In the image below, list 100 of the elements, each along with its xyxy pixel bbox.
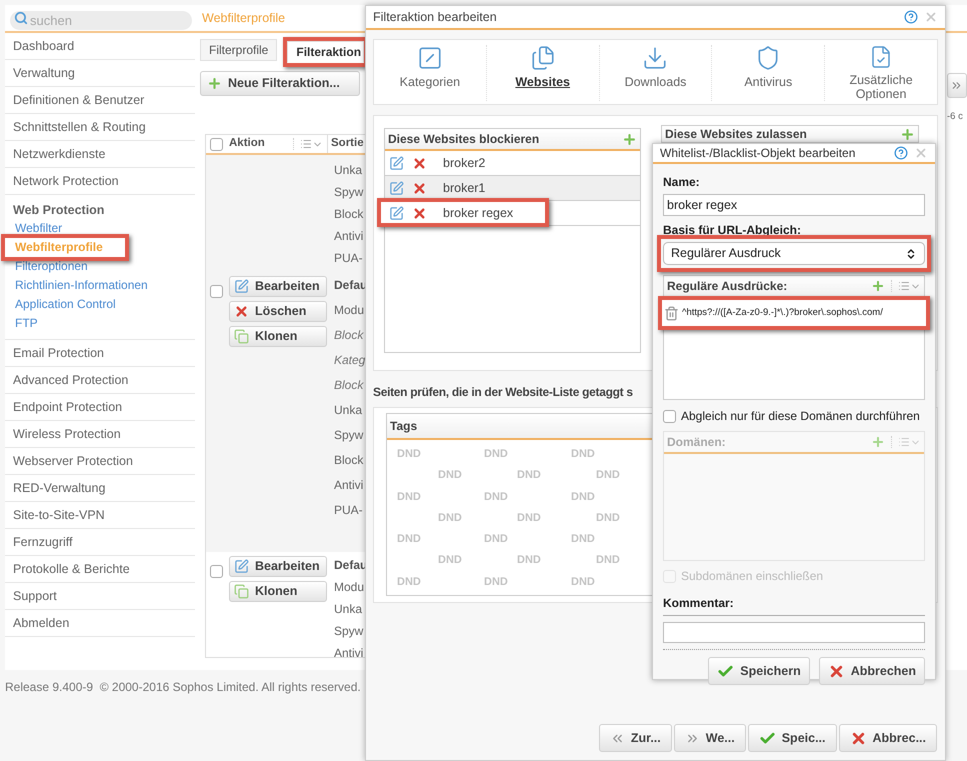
delete-icon bbox=[412, 180, 427, 196]
delete-icon bbox=[412, 206, 427, 220]
add-icon[interactable] bbox=[900, 126, 915, 142]
sidebar-item[interactable]: Support bbox=[5, 583, 195, 610]
category-tab[interactable]: Downloads bbox=[598, 45, 712, 101]
add-icon[interactable] bbox=[871, 279, 885, 293]
empty-watermark: DND bbox=[571, 533, 595, 546]
checkbox[interactable] bbox=[663, 410, 676, 422]
help-icon[interactable] bbox=[894, 146, 908, 160]
sidebar-item[interactable]: Site-to-Site-VPN bbox=[5, 502, 195, 529]
sidebar-link[interactable]: Filteroptionen bbox=[13, 257, 90, 276]
website-name: broker regex bbox=[443, 204, 514, 222]
table-cell-text: Block bbox=[334, 377, 364, 394]
empty-watermark: DND bbox=[484, 533, 508, 546]
forward-icon bbox=[950, 79, 963, 92]
cancel-button[interactable]: Abbrechen bbox=[818, 657, 925, 685]
column-header[interactable]: Sortie bbox=[328, 135, 364, 153]
empty-watermark: DND bbox=[517, 554, 541, 566]
sidebar-item[interactable]: Verwaltung bbox=[5, 60, 195, 87]
website-name: broker1 bbox=[443, 180, 486, 197]
column-header[interactable]: Aktion bbox=[229, 135, 265, 153]
list-menu-icon[interactable] bbox=[891, 280, 921, 292]
sidebar-item[interactable]: Email Protection bbox=[5, 340, 195, 367]
clone-button[interactable]: Klonen bbox=[229, 581, 327, 602]
clone-button[interactable]: Klonen bbox=[229, 326, 327, 347]
sidebar-item[interactable]: Fernzugriff bbox=[5, 529, 195, 556]
sidebar-link[interactable]: Richtlinien-Informationen bbox=[13, 276, 150, 295]
edit-icon bbox=[389, 156, 404, 170]
sidebar-item[interactable]: RED-Verwaltung bbox=[5, 475, 195, 502]
save-button[interactable]: Speic... bbox=[748, 724, 836, 752]
list-title: Tags bbox=[390, 418, 418, 435]
empty-watermark: DND bbox=[397, 576, 421, 588]
save-button[interactable]: Speichern bbox=[708, 657, 810, 685]
sidebar-item[interactable]: Webserver Protection bbox=[5, 448, 195, 475]
sidebar-link[interactable]: FTP bbox=[13, 314, 40, 333]
empty-watermark: DND bbox=[596, 469, 620, 482]
new-filter-action-button[interactable]: Neue Filteraktion... bbox=[200, 71, 360, 96]
tab[interactable]: Filteraktion bbox=[287, 41, 364, 63]
trash-icon[interactable] bbox=[664, 306, 679, 320]
empty-watermark: DND bbox=[571, 448, 595, 460]
list-row[interactable]: broker1 bbox=[385, 176, 640, 201]
comment-field[interactable] bbox=[663, 622, 925, 643]
category-tab[interactable]: Zusätzliche Optionen bbox=[824, 45, 937, 101]
sidebar-item[interactable]: Netzwerkdienste bbox=[5, 141, 195, 168]
close-icon bbox=[850, 730, 866, 746]
list-row[interactable]: ^https?://([A-Za-z0-9.-]*\.)?broker\.sophos\.com/ bbox=[662, 300, 926, 326]
table-cell-text: Modu bbox=[334, 302, 364, 319]
close-icon[interactable] bbox=[914, 146, 928, 160]
table-cell-text: PUA- bbox=[334, 502, 363, 519]
table-cell-text: Block bbox=[334, 206, 364, 223]
help-icon[interactable] bbox=[904, 10, 918, 24]
sidebar-item[interactable]: Endpoint Protection bbox=[5, 394, 195, 421]
url-match-select[interactable]: Regulärer Ausdruck bbox=[663, 242, 925, 265]
delete-button[interactable]: Löschen bbox=[229, 301, 327, 322]
next-page-button[interactable] bbox=[947, 73, 967, 98]
dialog-title: Filteraktion bearbeiten bbox=[373, 8, 498, 26]
row-checkbox[interactable] bbox=[210, 285, 223, 298]
empty-watermark: DND bbox=[438, 554, 462, 566]
list-title: Diese Websites zulassen bbox=[665, 126, 808, 143]
sidebar-item[interactable]: Protokolle & Berichte bbox=[5, 556, 195, 583]
sidebar-item[interactable]: Abmelden bbox=[5, 610, 195, 637]
sidebar-link[interactable]: Application Control bbox=[13, 295, 118, 314]
table-cell-text: Block bbox=[334, 452, 364, 469]
row-checkbox[interactable] bbox=[210, 565, 223, 578]
sidebar-link[interactable]: Webfilter bbox=[13, 219, 64, 238]
close-icon[interactable] bbox=[924, 10, 938, 24]
cancel-button[interactable]: Abbrec... bbox=[838, 724, 937, 752]
empty-watermark: DND bbox=[438, 469, 462, 482]
select-all-checkbox[interactable] bbox=[210, 138, 223, 150]
empty-watermark: DND bbox=[397, 448, 421, 460]
empty-watermark: DND bbox=[484, 448, 508, 460]
search-field[interactable]: suchen bbox=[10, 10, 192, 30]
sidebar-item[interactable]: Schnittstellen & Routing bbox=[5, 114, 195, 141]
add-icon[interactable] bbox=[622, 132, 637, 146]
category-tab[interactable]: Antivirus bbox=[711, 45, 824, 101]
sidebar-item[interactable]: Dashboard bbox=[5, 33, 195, 60]
field-label: Kommentar: bbox=[663, 595, 734, 612]
edit-icon bbox=[234, 559, 249, 574]
category-tab[interactable]: Websites bbox=[486, 45, 599, 101]
edit-icon bbox=[389, 206, 404, 220]
sidebar-item[interactable]: Wireless Protection bbox=[5, 421, 195, 448]
edit-button[interactable]: Bearbeiten bbox=[229, 276, 327, 297]
next-button[interactable]: We... bbox=[674, 724, 746, 752]
category-tab[interactable]: Kategorien bbox=[374, 45, 486, 101]
table-cell-text: Antivi bbox=[334, 477, 364, 494]
sidebar-section[interactable]: Web Protection bbox=[13, 201, 187, 219]
sidebar-item[interactable]: Definitionen & Benutzer bbox=[5, 87, 195, 114]
name-field[interactable]: broker regex bbox=[663, 194, 925, 216]
close-icon bbox=[828, 662, 845, 680]
sidebar-item[interactable]: Network Protection bbox=[5, 168, 195, 195]
add-icon bbox=[207, 76, 222, 91]
edit-button[interactable]: Bearbeiten bbox=[229, 556, 327, 577]
search-icon bbox=[14, 10, 28, 24]
empty-watermark: DND bbox=[397, 490, 421, 503]
list-menu-icon[interactable] bbox=[293, 138, 323, 150]
back-button[interactable]: Zur... bbox=[598, 724, 672, 752]
tab[interactable]: Filterprofile bbox=[200, 39, 278, 61]
table-cell-text: Unka bbox=[334, 601, 362, 618]
sidebar-item[interactable]: Advanced Protection bbox=[5, 367, 195, 394]
website-name: broker2 bbox=[443, 154, 486, 172]
